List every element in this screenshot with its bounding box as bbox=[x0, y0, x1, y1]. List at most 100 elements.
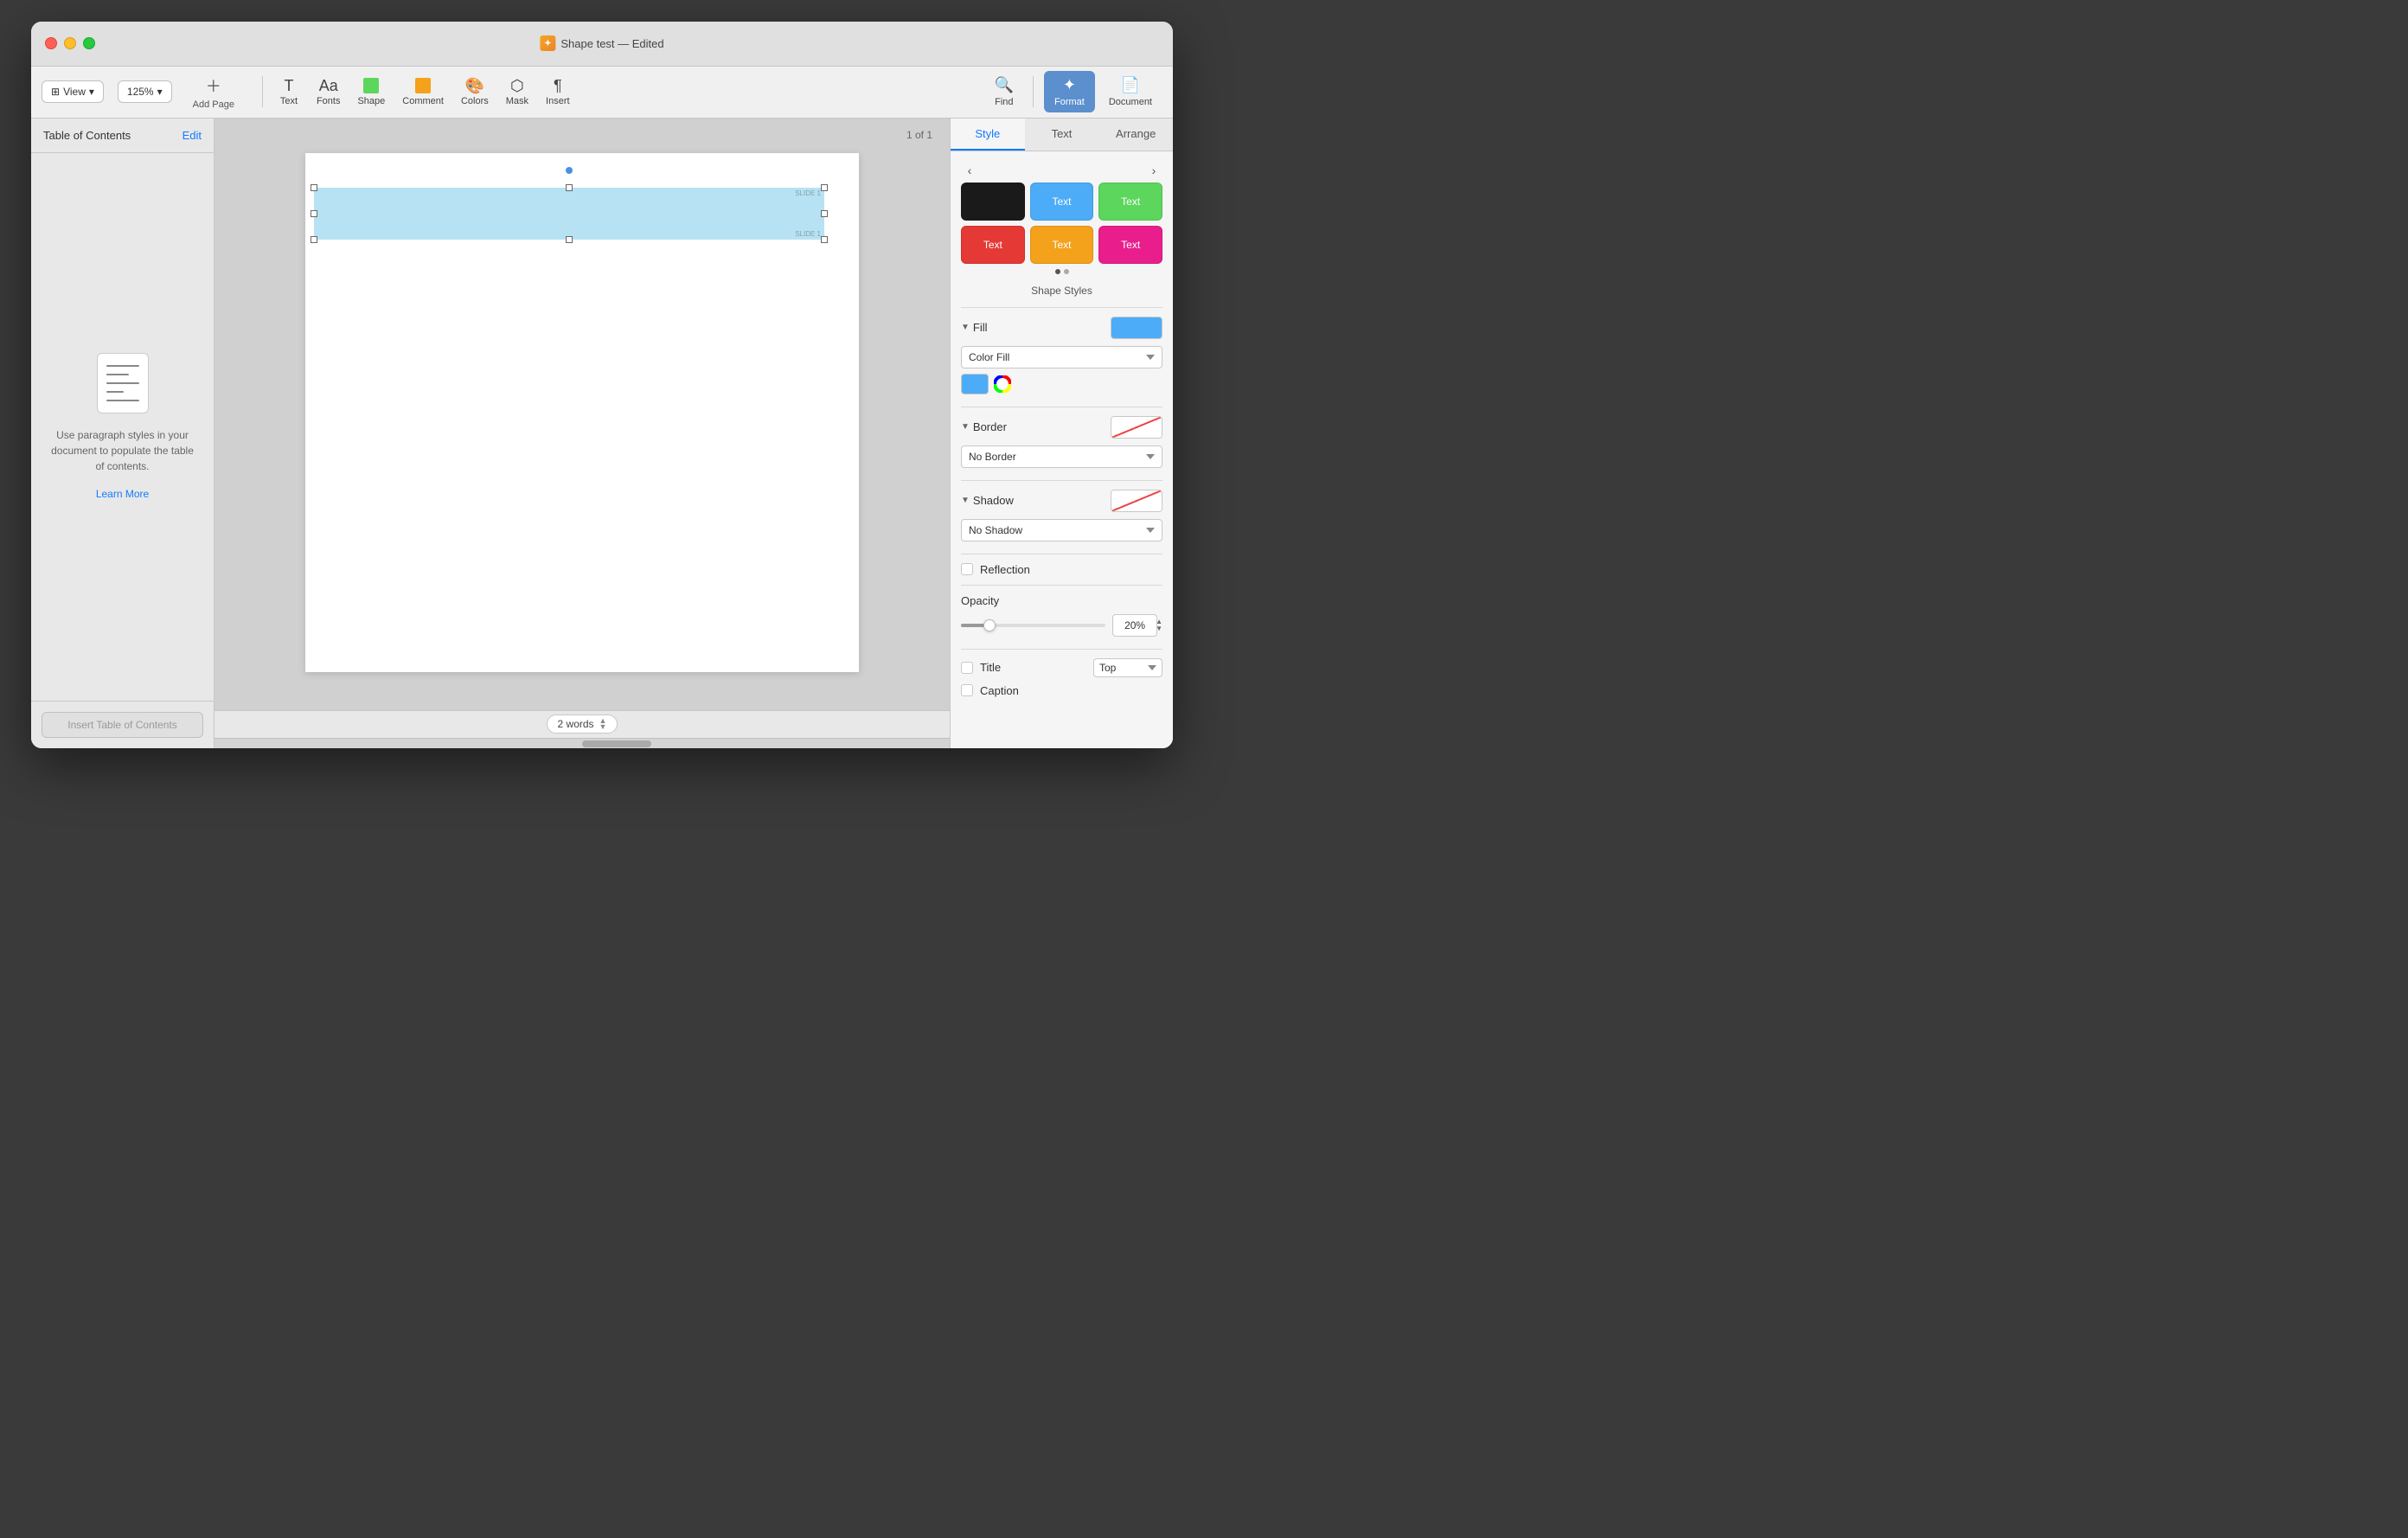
style-swatch-orange[interactable]: Text bbox=[1030, 226, 1094, 264]
shadow-section: ▼ Shadow No Shadow bbox=[961, 490, 1162, 542]
nav-left-arrow[interactable]: ‹ bbox=[961, 162, 978, 179]
border-type-select[interactable]: No Border bbox=[961, 445, 1162, 468]
reflection-checkbox[interactable] bbox=[961, 563, 973, 575]
format-button[interactable]: ✦ Format bbox=[1044, 71, 1095, 112]
mask-button[interactable]: ⬡ Mask bbox=[497, 73, 537, 112]
view-group: ⊞ View ▾ bbox=[42, 80, 104, 103]
handle-top-center[interactable] bbox=[566, 184, 573, 191]
comment-icon bbox=[415, 78, 431, 93]
document-label: Document bbox=[1109, 97, 1152, 107]
rotation-handle[interactable] bbox=[566, 167, 573, 174]
toc-line-1 bbox=[106, 365, 139, 367]
shape-container[interactable]: SLIDE 1 SLIDE 1 bbox=[314, 188, 824, 240]
divider-6 bbox=[961, 649, 1162, 650]
title-checkbox[interactable] bbox=[961, 662, 973, 674]
text-button[interactable]: T Text bbox=[270, 73, 308, 112]
fill-color-swatch[interactable] bbox=[1111, 317, 1162, 339]
handle-bottom-left[interactable] bbox=[311, 236, 317, 243]
title-position-select[interactable]: Top bbox=[1093, 658, 1162, 677]
canvas-scroll[interactable]: 1 of 1 SLIDE 1 SLIDE 1 bbox=[215, 119, 950, 710]
document-button[interactable]: 📄 Document bbox=[1098, 71, 1162, 112]
add-page-button[interactable]: ＋ Add Page bbox=[186, 71, 241, 113]
caption-label: Caption bbox=[980, 684, 1019, 697]
canvas-area: 1 of 1 SLIDE 1 SLIDE 1 bbox=[215, 119, 950, 748]
close-button[interactable] bbox=[45, 37, 57, 49]
no-fill-swatch-shadow bbox=[1111, 490, 1162, 511]
fill-arrow-icon: ▼ bbox=[961, 323, 970, 332]
opacity-stepper[interactable]: ▲ ▼ bbox=[1156, 618, 1162, 632]
border-header: ▼ Border bbox=[961, 416, 1162, 439]
sidebar-edit-button[interactable]: Edit bbox=[183, 129, 202, 142]
canvas-scrollbar-thumb[interactable] bbox=[582, 740, 651, 747]
insert-toc-button: Insert Table of Contents bbox=[42, 712, 203, 738]
shadow-label: ▼ Shadow bbox=[961, 494, 1014, 507]
tab-arrange[interactable]: Arrange bbox=[1098, 119, 1173, 151]
zoom-button[interactable]: 125% ▾ bbox=[118, 80, 172, 103]
color-wheel-icon[interactable] bbox=[994, 375, 1011, 393]
view-button[interactable]: ⊞ View ▾ bbox=[42, 80, 104, 103]
document-page[interactable]: SLIDE 1 SLIDE 1 bbox=[305, 153, 859, 672]
fill-type-select[interactable]: Color Fill bbox=[961, 346, 1162, 368]
panel-tabs: Style Text Arrange bbox=[951, 119, 1173, 151]
word-count-arrows[interactable]: ▲ ▼ bbox=[599, 718, 607, 730]
sidebar-title: Table of Contents bbox=[43, 129, 131, 142]
style-swatch-blue[interactable]: Text bbox=[1030, 183, 1094, 221]
divider-3 bbox=[961, 480, 1162, 481]
add-page-label: Add Page bbox=[193, 99, 234, 110]
handle-top-left[interactable] bbox=[311, 184, 317, 191]
separator-2 bbox=[1033, 76, 1034, 107]
word-count-pill[interactable]: 2 words ▲ ▼ bbox=[547, 715, 618, 734]
shadow-swatch[interactable] bbox=[1111, 490, 1162, 512]
shape-label-1: SLIDE 1 bbox=[795, 230, 821, 238]
style-swatch-black[interactable] bbox=[961, 183, 1025, 221]
tab-text[interactable]: Text bbox=[1025, 119, 1099, 151]
no-fill-swatch-border bbox=[1111, 417, 1162, 438]
shadow-type-select[interactable]: No Shadow bbox=[961, 519, 1162, 542]
fill-color-button[interactable] bbox=[961, 374, 989, 394]
traffic-lights bbox=[31, 37, 95, 49]
colors-button[interactable]: 🎨 Colors bbox=[452, 73, 497, 112]
opacity-label: Opacity bbox=[961, 594, 1162, 607]
style-swatch-green[interactable]: Text bbox=[1098, 183, 1162, 221]
handle-top-right[interactable] bbox=[821, 184, 828, 191]
style-swatch-pink[interactable]: Text bbox=[1098, 226, 1162, 264]
caption-checkbox[interactable] bbox=[961, 684, 973, 696]
toc-line-3 bbox=[106, 382, 139, 384]
canvas-scrollbar[interactable] bbox=[215, 738, 950, 748]
handle-middle-left[interactable] bbox=[311, 210, 317, 217]
window-title: Shape test — Edited bbox=[560, 37, 663, 50]
comment-button[interactable]: Comment bbox=[394, 73, 452, 112]
shape-button[interactable]: Shape bbox=[349, 73, 394, 112]
opacity-down-arrow[interactable]: ▼ bbox=[1156, 625, 1162, 632]
shape-icon bbox=[363, 78, 379, 93]
handle-bottom-center[interactable] bbox=[566, 236, 573, 243]
insert-button[interactable]: ¶ Insert bbox=[537, 73, 579, 112]
fill-swatch-blue bbox=[1111, 317, 1162, 338]
tab-style[interactable]: Style bbox=[951, 119, 1025, 151]
fonts-button[interactable]: Aa Fonts bbox=[308, 73, 349, 112]
border-swatch[interactable] bbox=[1111, 416, 1162, 439]
maximize-button[interactable] bbox=[83, 37, 95, 49]
sidebar-header: Table of Contents Edit bbox=[31, 119, 214, 153]
word-count-text: 2 words bbox=[558, 718, 594, 730]
shape-styles-label: Shape Styles bbox=[961, 285, 1162, 297]
opacity-value-box[interactable]: 20% bbox=[1112, 614, 1157, 637]
arrow-down-icon[interactable]: ▼ bbox=[599, 724, 607, 730]
minimize-button[interactable] bbox=[64, 37, 76, 49]
view-icon: ⊞ bbox=[51, 86, 60, 98]
reflection-label: Reflection bbox=[980, 563, 1030, 576]
divider-1 bbox=[961, 307, 1162, 308]
handle-middle-right[interactable] bbox=[821, 210, 828, 217]
shape-element[interactable]: SLIDE 1 SLIDE 1 bbox=[314, 188, 824, 240]
opacity-slider-thumb[interactable] bbox=[983, 619, 996, 631]
panel-nav: ‹ › bbox=[961, 162, 1162, 179]
find-button[interactable]: 🔍 Find bbox=[986, 73, 1022, 111]
handle-bottom-right[interactable] bbox=[821, 236, 828, 243]
fill-section: ▼ Fill Color Fill bbox=[961, 317, 1162, 394]
learn-more-link[interactable]: Learn More bbox=[96, 488, 149, 500]
add-page-group: ＋ Add Page bbox=[186, 71, 241, 113]
shape-label-2: SLIDE 1 bbox=[795, 189, 821, 197]
opacity-slider[interactable] bbox=[961, 624, 1105, 627]
style-swatch-red[interactable]: Text bbox=[961, 226, 1025, 264]
nav-right-arrow[interactable]: › bbox=[1145, 162, 1162, 179]
